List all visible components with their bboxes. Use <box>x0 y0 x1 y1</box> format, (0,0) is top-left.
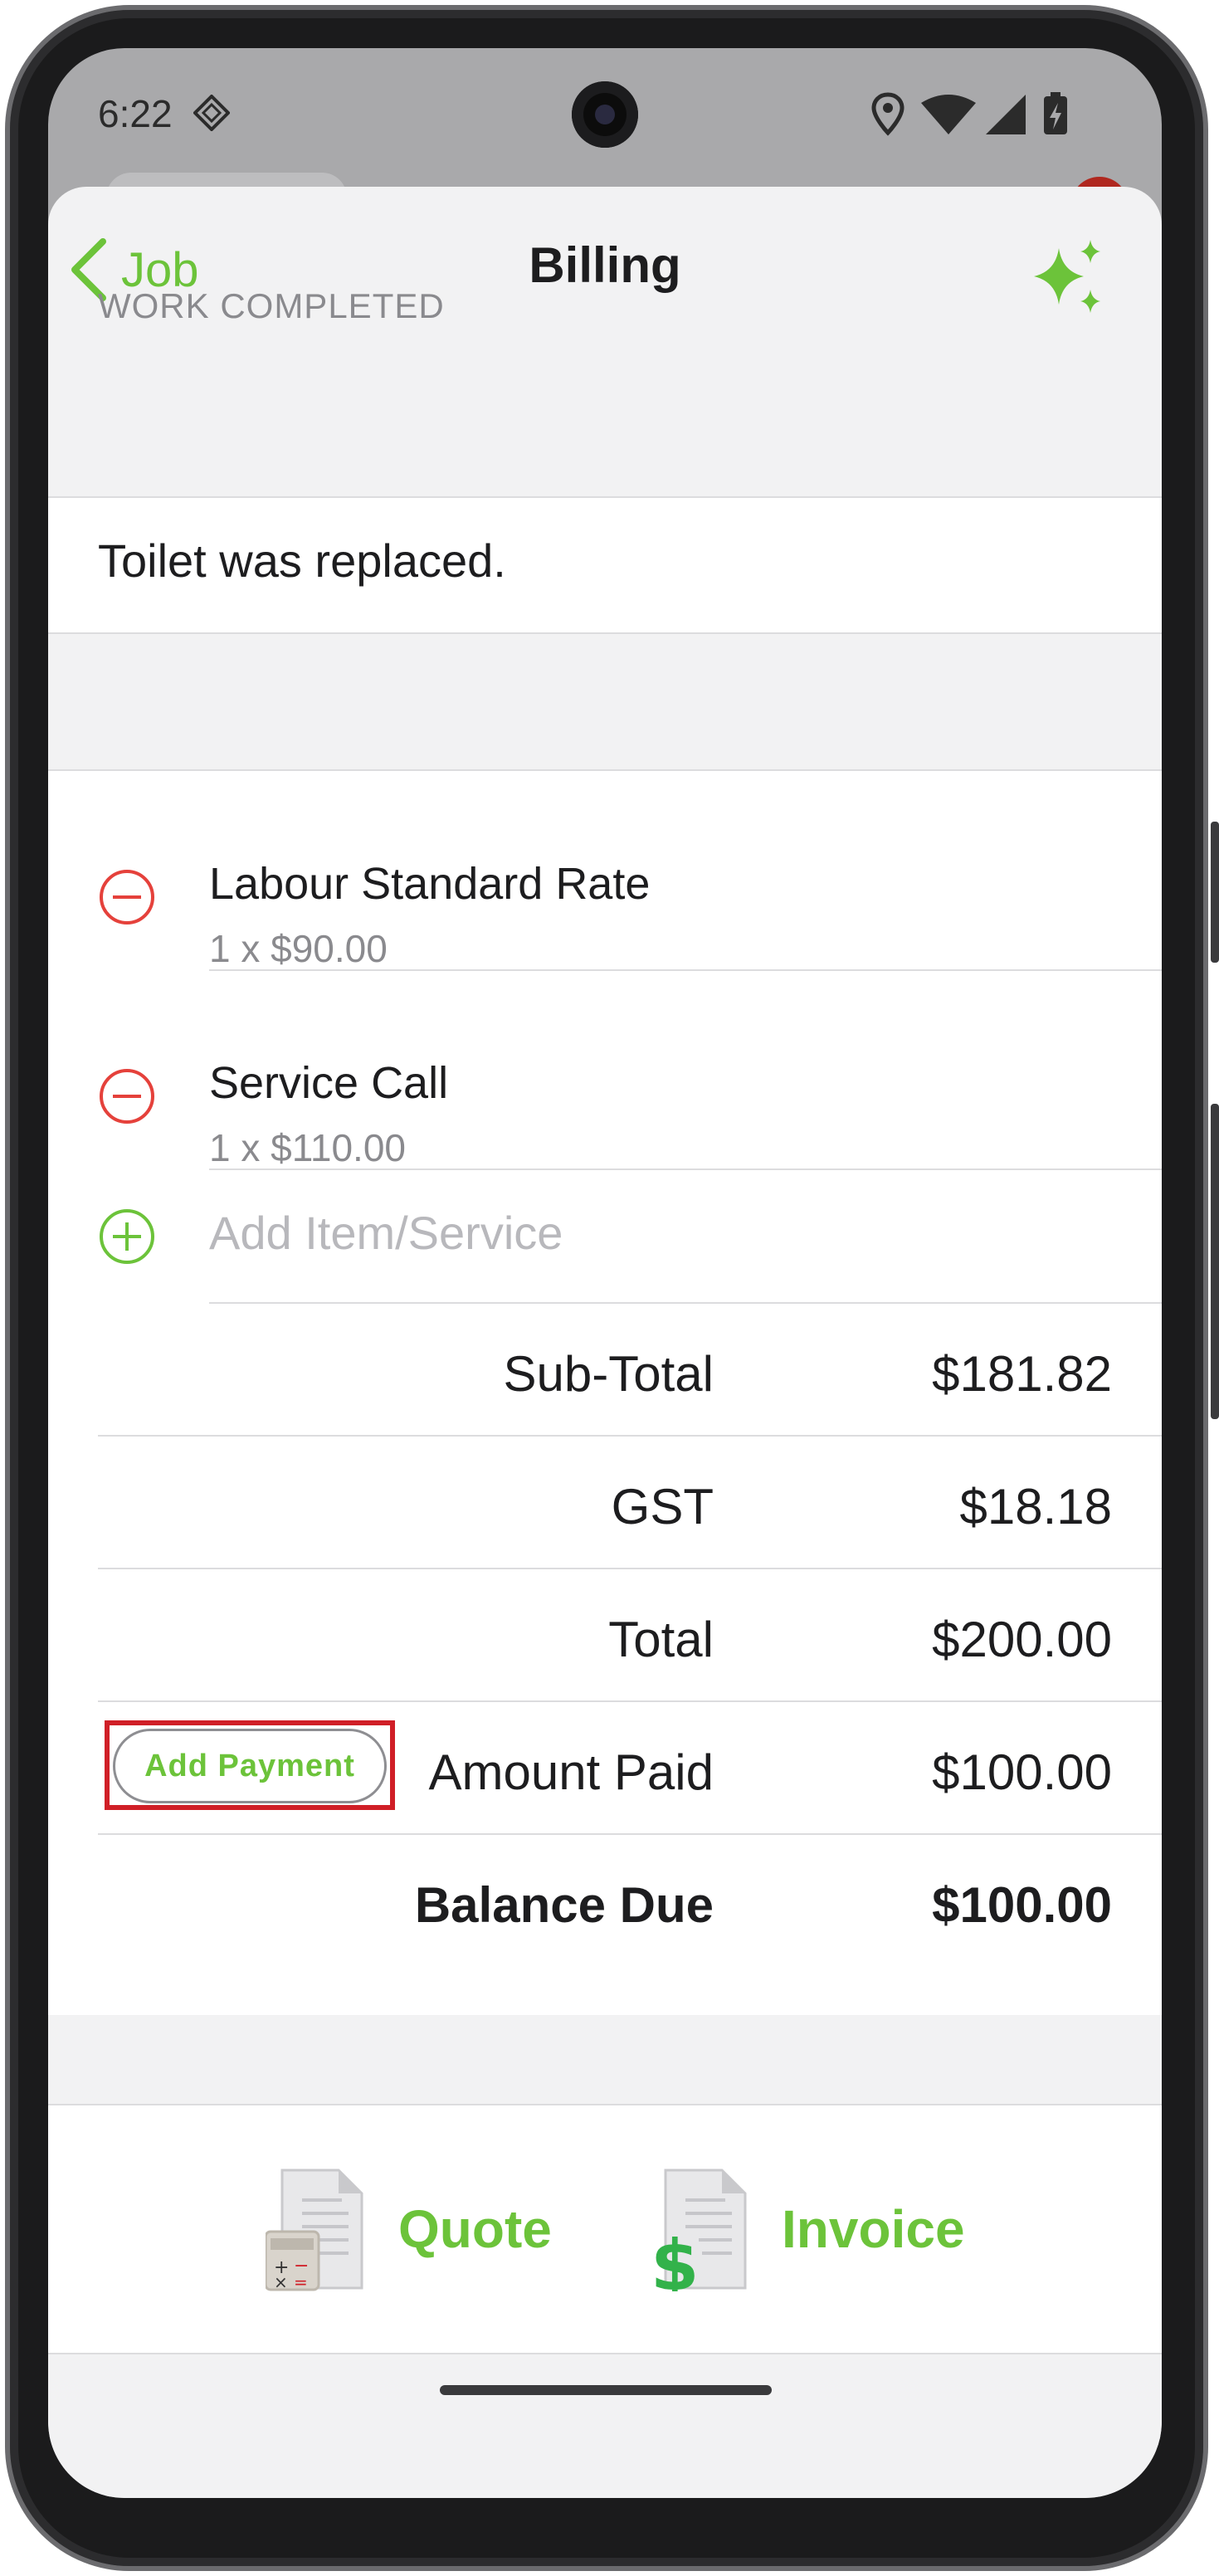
line-item-title: Service Call <box>209 1058 449 1108</box>
subtotal-value: $181.82 <box>932 1346 1112 1402</box>
divider <box>48 632 1162 634</box>
page-title: Billing <box>529 237 681 293</box>
volume-button <box>1211 1104 1219 1419</box>
line-item-detail: 1 x $90.00 <box>209 927 388 970</box>
balance-due-value: $100.00 <box>932 1877 1112 1933</box>
status-icons <box>871 92 1067 136</box>
add-payment-button[interactable]: Add Payment <box>113 1729 387 1803</box>
svg-text:$: $ <box>651 2225 699 2291</box>
add-item-row[interactable]: Add Item/Service <box>48 1170 1162 1303</box>
gst-label: GST <box>611 1479 714 1534</box>
total-label: Total <box>608 1612 714 1667</box>
amount-paid-value: $100.00 <box>932 1744 1112 1800</box>
line-item[interactable]: Labour Standard Rate 1 x $90.00 <box>48 772 1162 970</box>
divider <box>48 2353 1162 2354</box>
navigation-bar: Job Billing <box>48 187 1162 353</box>
subtotal-label: Sub-Total <box>503 1346 714 1402</box>
quote-document-icon: + − × = <box>266 2169 363 2291</box>
total-value: $200.00 <box>932 1612 1112 1667</box>
add-circle-icon[interactable] <box>98 1208 156 1266</box>
wifi-icon <box>921 95 976 134</box>
work-completed-header: WORK COMPLETED <box>98 286 445 325</box>
svg-text:=: = <box>294 2272 308 2291</box>
amount-paid-label: Amount Paid <box>428 1744 714 1800</box>
line-item[interactable]: Service Call 1 x $110.00 <box>48 971 1162 1169</box>
line-item-detail: 1 x $110.00 <box>209 1126 407 1169</box>
signal-icon <box>986 95 1026 134</box>
subtotal-row: Sub-Total $181.82 <box>98 1304 1162 1437</box>
sparkles-icon[interactable] <box>1027 238 1110 321</box>
balance-due-row: Balance Due $100.00 <box>98 1835 1162 1968</box>
divider <box>48 769 1162 771</box>
location-icon <box>871 92 904 136</box>
documents-block <box>48 2105 1162 2354</box>
quote-label: Quote <box>398 2199 552 2259</box>
front-camera <box>572 81 638 148</box>
svg-text:×: × <box>274 2272 288 2291</box>
work-completed-text: Toilet was replaced. <box>98 534 506 587</box>
add-item-placeholder: Add Item/Service <box>209 1207 563 1259</box>
phone: 6:22 Job Billing WORK COMPLETED Toilet w… <box>0 0 1219 2576</box>
app-notification-icon <box>193 95 230 131</box>
divider <box>48 496 1162 498</box>
gst-row: GST $18.18 <box>98 1437 1162 1569</box>
gst-value: $18.18 <box>959 1479 1112 1534</box>
balance-due-label: Balance Due <box>414 1877 714 1933</box>
status-bar: 6:22 <box>48 48 1162 189</box>
quote-button[interactable]: + − × = Quote <box>266 2159 552 2300</box>
status-time: 6:22 <box>98 92 173 135</box>
power-button <box>1211 822 1219 963</box>
remove-circle-icon[interactable] <box>98 868 156 926</box>
divider <box>48 2104 1162 2105</box>
invoice-document-icon: $ <box>651 2169 747 2291</box>
screen: 6:22 Job Billing WORK COMPLETED Toilet w… <box>48 48 1162 2498</box>
invoice-button[interactable]: $ Invoice <box>649 2159 965 2300</box>
remove-circle-icon[interactable] <box>98 1067 156 1125</box>
invoice-label: Invoice <box>782 2199 965 2259</box>
home-indicator[interactable] <box>440 2385 772 2395</box>
battery-icon <box>1044 92 1067 134</box>
total-row: Total $200.00 <box>98 1569 1162 1702</box>
line-item-title: Labour Standard Rate <box>209 859 651 909</box>
